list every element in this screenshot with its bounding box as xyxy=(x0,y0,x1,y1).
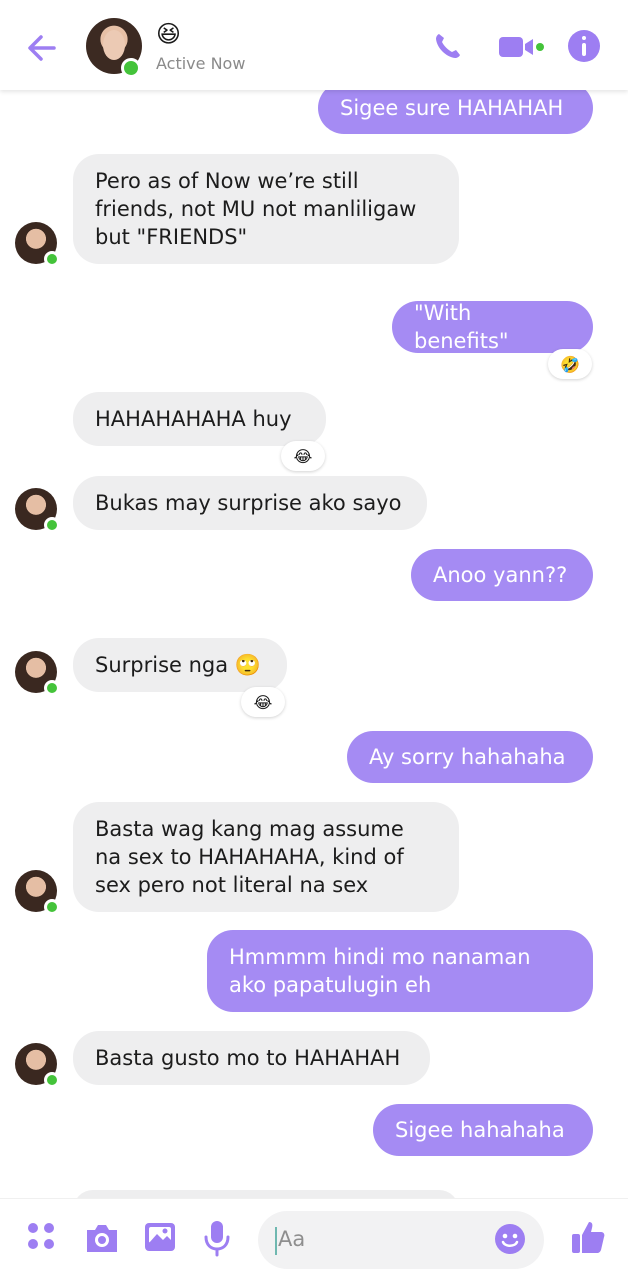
message-line: friends, not MU not manliligaw xyxy=(95,197,417,221)
gallery-icon[interactable] xyxy=(143,1221,177,1253)
outgoing-message[interactable]: Hmmmm hindi mo nanaman ako papatulugin e… xyxy=(207,930,593,1012)
back-arrow-icon[interactable] xyxy=(22,28,62,68)
chat-header: 😆 Active Now xyxy=(0,0,628,90)
reaction-emoji: 😂 xyxy=(253,692,273,712)
outgoing-message[interactable]: Sigee hahahaha xyxy=(373,1104,593,1156)
reaction-badge[interactable]: 🤣 xyxy=(548,349,592,379)
message-text: Ay sorry hahahaha xyxy=(369,745,566,769)
reaction-emoji: 🤣 xyxy=(560,354,580,374)
message-line: na sex to HAHAHAHA, kind of xyxy=(95,845,404,869)
phone-icon[interactable] xyxy=(432,30,464,62)
contact-avatar-small[interactable] xyxy=(15,870,60,915)
contact-avatar-small[interactable] xyxy=(15,651,60,696)
composer-bar: Aa xyxy=(0,1198,628,1280)
status-emoji: 😆 xyxy=(156,20,182,48)
message-text: Anoo yann?? xyxy=(433,563,568,587)
camera-icon[interactable] xyxy=(84,1221,120,1255)
message-text: "With benefits" xyxy=(414,301,509,353)
info-icon[interactable] xyxy=(568,30,600,62)
message-text: Bukas may surprise ako sayo xyxy=(95,491,402,515)
message-line: sex pero not literal na sex xyxy=(95,873,369,897)
reaction-badge[interactable]: 😂 xyxy=(281,441,325,471)
online-indicator xyxy=(121,58,141,78)
incoming-message[interactable]: Basta wag kang mag assume na sex to HAHA… xyxy=(73,802,459,912)
message-text: Basta gusto mo to HAHAHAH xyxy=(95,1046,401,1070)
outgoing-message[interactable]: Anoo yann?? xyxy=(411,549,593,601)
incoming-message[interactable]: Bukas may surprise ako sayo xyxy=(73,476,427,530)
incoming-message[interactable]: Surprise nga 🙄 xyxy=(73,638,287,692)
message-line: ako papatulugin eh xyxy=(229,973,432,997)
incoming-message[interactable]: HAHAHAHAHA huy xyxy=(73,392,326,446)
message-text: Sigee sure HAHAHAH xyxy=(340,96,564,120)
contact-avatar-small[interactable] xyxy=(15,1043,60,1088)
reaction-badge[interactable]: 😂 xyxy=(241,687,285,717)
message-text: Surprise nga 🙄 xyxy=(95,653,261,677)
reaction-emoji: 😂 xyxy=(293,446,313,466)
message-input-placeholder: Aa xyxy=(278,1227,306,1251)
message-text: Sigee hahahaha xyxy=(395,1118,565,1142)
message-line: Basta wag kang mag assume xyxy=(95,817,404,841)
video-camera-icon[interactable] xyxy=(498,34,544,60)
contact-avatar-small[interactable] xyxy=(15,488,60,533)
thumbs-up-icon[interactable] xyxy=(570,1219,606,1255)
microphone-icon[interactable] xyxy=(203,1219,231,1257)
active-status: Active Now xyxy=(156,54,246,73)
outgoing-message[interactable]: Ay sorry hahahaha xyxy=(347,731,593,783)
message-line: Hmmmm hindi mo nanaman xyxy=(229,945,531,969)
text-caret xyxy=(275,1227,277,1255)
outgoing-message[interactable]: "With benefits" xyxy=(392,301,593,353)
incoming-message[interactable]: Basta gusto mo to HAHAHAH xyxy=(73,1031,430,1085)
grid-menu-icon[interactable] xyxy=(28,1223,56,1251)
message-text: HAHAHAHAHA huy xyxy=(95,407,292,431)
message-line: Pero as of Now we’re still xyxy=(95,169,359,193)
emoji-icon[interactable] xyxy=(494,1223,526,1255)
incoming-message[interactable]: Pero as of Now we’re still friends, not … xyxy=(73,154,459,264)
contact-avatar-small[interactable] xyxy=(15,222,60,267)
message-line: but "FRIENDS" xyxy=(95,225,248,249)
